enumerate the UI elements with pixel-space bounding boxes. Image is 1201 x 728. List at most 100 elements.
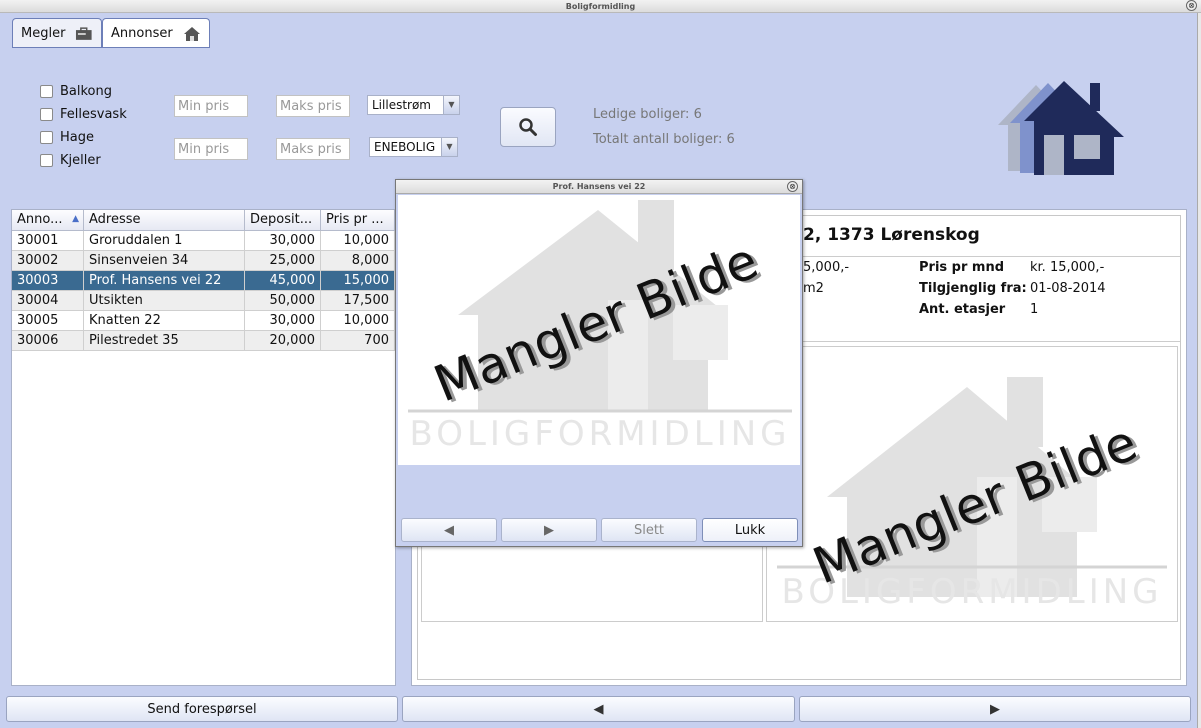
table-row[interactable]: 30006 Pilestredet 35 20,000 700 xyxy=(12,331,395,351)
column-header-pris[interactable]: Pris pr ... xyxy=(321,210,395,231)
table-cell: 10,000 xyxy=(321,231,395,251)
column-header-label: Anno... xyxy=(17,212,63,227)
briefcase-icon xyxy=(76,26,93,40)
min-price-input-1[interactable]: Min pris xyxy=(174,95,248,117)
checkbox-kjeller[interactable]: Kjeller xyxy=(40,153,101,168)
table-cell: 30003 xyxy=(12,271,84,291)
detail-title: 2, 1373 Lørenskog xyxy=(803,225,980,245)
table-cell: 30005 xyxy=(12,311,84,331)
city-select[interactable]: Lillestrøm ▼ xyxy=(367,95,460,115)
dialog-prev-button[interactable]: ◀ xyxy=(401,518,497,542)
max-price-input-2[interactable]: Maks pris xyxy=(276,138,350,160)
table-cell: Sinsenveien 34 xyxy=(84,251,245,271)
table-cell: 30,000 xyxy=(245,311,321,331)
table-row[interactable]: 30002 Sinsenveien 34 25,000 8,000 xyxy=(12,251,395,271)
table-row[interactable]: 30003 Prof. Hansens vei 22 45,000 15,000 xyxy=(12,271,395,291)
table-cell: 10,000 xyxy=(321,311,395,331)
chevron-down-icon[interactable]: ▼ xyxy=(443,96,459,114)
house-logo-icon xyxy=(998,81,1124,175)
detail-label-available: Tilgjenglig fra: xyxy=(919,281,1027,296)
table-cell: 700 xyxy=(321,331,395,351)
dialog-close-icon[interactable]: ⊗ xyxy=(787,181,798,192)
missing-image-placeholder: BOLIGFORMIDLING Mangler Bilde Mangler Bi… xyxy=(408,200,792,454)
checkbox-box[interactable] xyxy=(40,85,53,98)
table-cell: 50,000 xyxy=(245,291,321,311)
detail-value-available: 01-08-2014 xyxy=(1030,281,1106,296)
column-header-depositum[interactable]: Deposit... xyxy=(245,210,321,231)
window-title: Boligformidling xyxy=(565,2,636,11)
table-cell: 30004 xyxy=(12,291,84,311)
placeholder-brand: BOLIGFORMIDLING xyxy=(409,414,790,454)
search-button[interactable] xyxy=(500,107,556,147)
dialog-close-button[interactable]: Lukk xyxy=(702,518,798,542)
dialog-title: Prof. Hansens vei 22 xyxy=(552,182,646,191)
table-row[interactable]: 30005 Knatten 22 30,000 10,000 xyxy=(12,311,395,331)
sort-ascending-icon: ▲ xyxy=(72,214,79,224)
detail-value-floors: 1 xyxy=(1030,302,1039,317)
dialog-image-area: BOLIGFORMIDLING Mangler Bilde Mangler Bi… xyxy=(398,195,800,465)
column-header-adresse[interactable]: Adresse xyxy=(84,210,245,231)
checkbox-box[interactable] xyxy=(40,154,53,167)
detail-label-price: Pris pr mnd xyxy=(919,260,1005,275)
table-cell: 30001 xyxy=(12,231,84,251)
table-cell: Pilestredet 35 xyxy=(84,331,245,351)
tab-underline xyxy=(12,47,210,48)
table-cell: 8,000 xyxy=(321,251,395,271)
detail-label-floors: Ant. etasjer xyxy=(919,302,1006,317)
checkbox-label: Kjeller xyxy=(60,153,101,168)
checkbox-label: Balkong xyxy=(60,84,113,99)
detail-image-box: BOLIGFORMIDLING Mangler Bilde Mangler Bi… xyxy=(766,346,1178,622)
table-cell: Utsikten xyxy=(84,291,245,311)
table-cell: Knatten 22 xyxy=(84,311,245,331)
column-header-annonse[interactable]: Anno... ▲ xyxy=(12,210,84,231)
table-cell: 15,000 xyxy=(321,271,395,291)
checkbox-box[interactable] xyxy=(40,108,53,121)
checkbox-hage[interactable]: Hage xyxy=(40,130,94,145)
checkbox-label: Hage xyxy=(60,130,94,145)
min-price-input-2[interactable]: Min pris xyxy=(174,138,248,160)
window-edge xyxy=(1197,13,1201,728)
checkbox-box[interactable] xyxy=(40,131,53,144)
table-row[interactable]: 30004 Utsikten 50,000 17,500 xyxy=(12,291,395,311)
next-listing-button[interactable]: ▶ xyxy=(799,696,1191,722)
house-icon xyxy=(183,26,200,41)
detail-value-price: kr. 15,000,- xyxy=(1030,260,1105,275)
table-cell: 30,000 xyxy=(245,231,321,251)
checkbox-label: Fellesvask xyxy=(60,107,127,122)
dialog-delete-button[interactable]: Slett xyxy=(601,518,697,542)
housing-type-value: ENEBOLIG xyxy=(374,140,436,154)
table-cell: 30002 xyxy=(12,251,84,271)
detail-deposit-value: 5,000,- xyxy=(803,260,850,275)
table-cell: 30006 xyxy=(12,331,84,351)
chevron-down-icon[interactable]: ▼ xyxy=(441,138,457,156)
window-title-bar: Boligformidling xyxy=(0,0,1201,13)
checkbox-balkong[interactable]: Balkong xyxy=(40,84,112,99)
table-cell: Groruddalen 1 xyxy=(84,231,245,251)
max-price-input-1[interactable]: Maks pris xyxy=(276,95,350,117)
tab-annonser[interactable]: Annonser xyxy=(102,18,210,48)
table-cell: 17,500 xyxy=(321,291,395,311)
send-request-button[interactable]: Send forespørsel xyxy=(6,696,398,722)
missing-image-placeholder: BOLIGFORMIDLING Mangler Bilde Mangler Bi… xyxy=(777,377,1167,612)
window-close-icon[interactable]: ⊗ xyxy=(1186,0,1197,11)
prev-listing-button[interactable]: ◀ xyxy=(402,696,795,722)
table-cell: 20,000 xyxy=(245,331,321,351)
checkbox-fellesvask[interactable]: Fellesvask xyxy=(40,107,127,122)
image-dialog: Prof. Hansens vei 22 ⊗ BOLIGFORMIDLING M… xyxy=(395,179,803,547)
tab-megler[interactable]: Megler xyxy=(12,18,102,48)
detail-area-value: m2 xyxy=(803,281,824,296)
tab-annonser-label: Annonser xyxy=(111,26,173,41)
table-row[interactable]: 30001 Groruddalen 1 30,000 10,000 xyxy=(12,231,395,251)
listings-table[interactable]: Anno... ▲ Adresse Deposit... Pris pr ...… xyxy=(11,209,396,686)
table-cell: 25,000 xyxy=(245,251,321,271)
available-count: Ledige boliger: 6 xyxy=(593,107,702,122)
search-icon xyxy=(519,118,537,136)
dialog-title-bar: Prof. Hansens vei 22 xyxy=(396,180,802,194)
dialog-next-button[interactable]: ▶ xyxy=(501,518,597,542)
total-count: Totalt antall boliger: 6 xyxy=(593,132,735,147)
table-cell: Prof. Hansens vei 22 xyxy=(84,271,245,291)
table-cell: 45,000 xyxy=(245,271,321,291)
housing-type-select[interactable]: ENEBOLIG ▼ xyxy=(369,137,458,157)
city-select-value: Lillestrøm xyxy=(372,98,431,112)
tab-megler-label: Megler xyxy=(21,26,66,41)
